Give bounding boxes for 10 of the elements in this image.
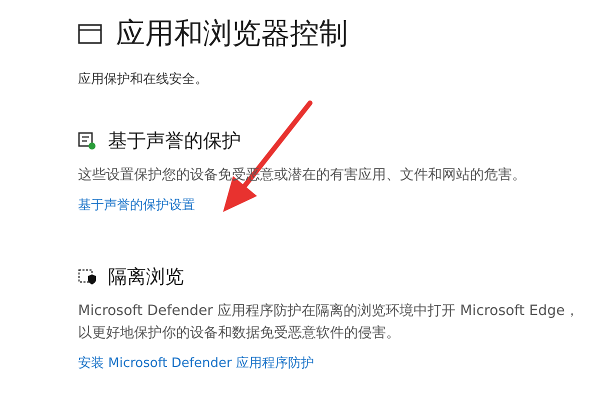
section-description: Microsoft Defender 应用程序防护在隔离的浏览环境中打开 Microsoft Edge，以更好地保护你的设备和数据免受恶意软件的侵害。 (78, 302, 580, 343)
section-heading: 隔离浏览 (108, 265, 184, 290)
settings-link[interactable]: 基于声誉的保护设置 (78, 196, 195, 214)
section-heading: 基于声誉的保护 (108, 129, 241, 154)
browser-shield-icon (78, 268, 96, 286)
page-title: 应用和浏览器控制 (116, 15, 348, 52)
settings-link[interactable]: 安装 Microsoft Defender 应用程序防护 (78, 354, 314, 372)
page-subtitle: 应用保护和在线安全。 (78, 71, 209, 88)
shield-check-icon (78, 132, 96, 150)
browser-window-icon (78, 24, 102, 44)
